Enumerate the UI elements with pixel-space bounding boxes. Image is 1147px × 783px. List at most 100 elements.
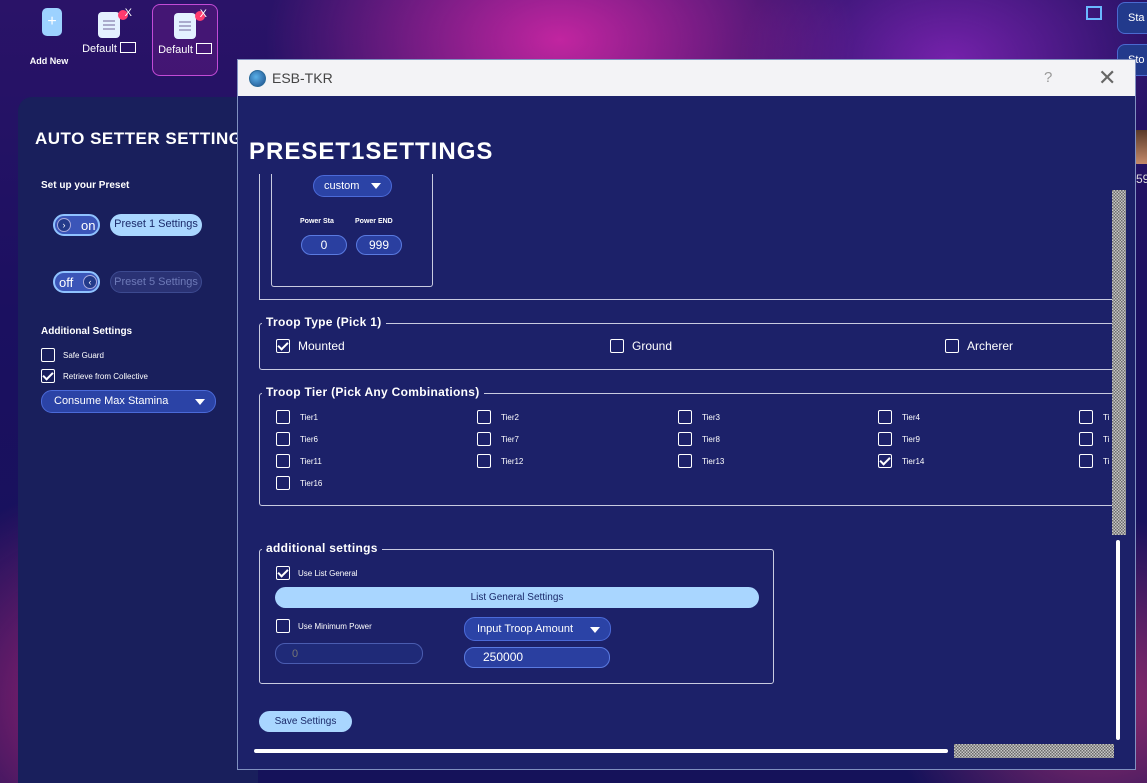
preset-1-settings-button[interactable]: Preset 1 Settings [110, 214, 202, 236]
tier-label: Tier6 [300, 434, 318, 444]
checkbox-icon[interactable] [276, 454, 290, 468]
tier-checkbox[interactable]: Ti [1079, 432, 1109, 446]
minimum-power-input[interactable] [275, 643, 423, 664]
checkbox-icon[interactable] [1079, 432, 1093, 446]
troop-type-mounted[interactable]: Mounted [276, 339, 345, 353]
preset-tab-2[interactable]: X Default [152, 4, 218, 76]
power-end-input[interactable]: 999 [356, 235, 402, 255]
troop-amount-dropdown[interactable]: Input Troop Amount [464, 617, 611, 641]
troop-type-ground[interactable]: Ground [610, 339, 672, 353]
preset-name: Default [82, 43, 117, 55]
checkbox-icon[interactable] [276, 410, 290, 424]
tier-label: Tier9 [902, 434, 920, 444]
save-settings-button[interactable]: Save Settings [259, 711, 352, 732]
checkbox-icon[interactable] [276, 432, 290, 446]
dropdown-value: Consume Max Stamina [54, 395, 169, 407]
checkbox-icon[interactable] [1079, 410, 1093, 424]
preset-close-button[interactable]: X [125, 7, 132, 19]
dropdown-value: Input Troop Amount [477, 623, 574, 635]
scrollbar-thumb[interactable] [254, 749, 948, 753]
panel-title: AUTO SETTER SETTINGS [35, 129, 255, 148]
tier-label: Ti [1103, 412, 1110, 422]
list-general-settings-button[interactable]: List General Settings [275, 587, 759, 608]
use-list-general-checkbox[interactable]: Use List General [276, 566, 358, 580]
checkbox-icon[interactable] [276, 476, 290, 490]
checkbox-icon[interactable] [477, 410, 491, 424]
start-button[interactable]: Sta [1117, 2, 1147, 34]
checkbox-icon[interactable] [878, 432, 892, 446]
checkbox-icon[interactable] [678, 454, 692, 468]
tier-checkbox[interactable]: Ti [1079, 454, 1109, 468]
checkbox-icon[interactable] [477, 454, 491, 468]
stamina-dropdown[interactable]: Consume Max Stamina [41, 390, 216, 413]
tier-checkbox[interactable]: Tier1 [276, 410, 318, 424]
help-button[interactable]: ? [1044, 69, 1052, 86]
tier-checkbox[interactable]: Tier2 [477, 410, 519, 424]
dialog-heading: PRESET1SETTINGS [249, 138, 494, 165]
preset-tab-1[interactable]: X Default [76, 4, 142, 76]
tier-checkbox[interactable]: Tier3 [678, 410, 720, 424]
tier-checkbox[interactable]: Tier6 [276, 432, 318, 446]
checkbox-icon[interactable] [945, 339, 959, 353]
chevron-down-icon [590, 627, 600, 633]
vertical-scrollbar[interactable] [1112, 190, 1126, 742]
preset-1-toggle[interactable]: › on [53, 214, 100, 236]
checkbox-icon[interactable] [878, 454, 892, 468]
tier-checkbox[interactable]: Tier12 [477, 454, 523, 468]
tier-checkbox[interactable]: Tier9 [878, 432, 920, 446]
auto-setter-panel: AUTO SETTER SETTINGS Set up your Preset … [18, 97, 258, 783]
tier-label: Tier12 [501, 456, 524, 466]
tier-checkbox[interactable]: Tier4 [878, 410, 920, 424]
tier-checkbox[interactable]: Tier13 [678, 454, 724, 468]
checkbox-icon[interactable] [41, 369, 55, 383]
troop-amount-input[interactable]: 250000 [464, 647, 610, 668]
checkbox-icon[interactable] [678, 410, 692, 424]
checkbox-label: Retrieve from Collective [63, 371, 148, 381]
checkbox-icon[interactable] [276, 566, 290, 580]
add-new-label: Add New [29, 56, 69, 66]
tier-label: Tier13 [702, 456, 725, 466]
scrollbar-track[interactable] [954, 744, 1114, 758]
document-icon [174, 13, 196, 39]
checkbox-icon[interactable] [276, 619, 290, 633]
power-box: custom Power Sta Power END 0 999 [271, 174, 433, 287]
power-sta-input[interactable]: 0 [301, 235, 347, 255]
chevron-down-icon [371, 183, 381, 189]
troop-type-archerer[interactable]: Archerer [945, 339, 1013, 353]
edit-icon[interactable] [119, 42, 136, 53]
tier-checkbox[interactable]: Tier7 [477, 432, 519, 446]
toggle-state: off [59, 275, 74, 290]
tier-checkbox[interactable]: Tier8 [678, 432, 720, 446]
power-sta-label: Power Sta [300, 218, 334, 225]
preset-settings-dialog: ESB-TKR ? ✕ PRESET1SETTINGS custom Power… [237, 59, 1136, 770]
checkbox-icon[interactable] [610, 339, 624, 353]
preset-5-toggle[interactable]: off ‹ [53, 271, 100, 293]
checkbox-icon[interactable] [878, 410, 892, 424]
checkbox-label: Use List General [298, 568, 358, 578]
fullscreen-icon[interactable] [1086, 6, 1102, 20]
checkbox-icon[interactable] [1079, 454, 1093, 468]
safe-guard-checkbox[interactable]: Safe Guard [41, 348, 104, 362]
scrollbar-track[interactable] [1112, 190, 1126, 535]
horizontal-scrollbar[interactable] [248, 744, 1116, 758]
checkbox-icon[interactable] [477, 432, 491, 446]
preset-close-button[interactable]: X [200, 8, 207, 20]
tier-checkbox[interactable]: Tier11 [276, 454, 322, 468]
edit-icon[interactable] [195, 43, 212, 54]
preset-5-settings-button[interactable]: Preset 5 Settings [110, 271, 202, 293]
tier-checkbox[interactable]: Tier14 [878, 454, 924, 468]
close-button[interactable]: ✕ [1098, 65, 1116, 91]
tier-checkbox[interactable]: Tier16 [276, 476, 322, 490]
checkbox-icon[interactable] [678, 432, 692, 446]
scrollbar-thumb[interactable] [1116, 540, 1120, 740]
power-mode-dropdown[interactable]: custom [313, 175, 392, 197]
use-minimum-power-checkbox[interactable]: Use Minimum Power [276, 619, 372, 633]
power-end-label: Power END [355, 218, 393, 225]
tier-checkbox[interactable]: Ti [1079, 410, 1109, 424]
tier-label: Tier11 [300, 456, 322, 466]
retrieve-collective-checkbox[interactable]: Retrieve from Collective [41, 369, 148, 383]
tier-label: Ti [1103, 434, 1110, 444]
checkbox-icon[interactable] [41, 348, 55, 362]
checkbox-icon[interactable] [276, 339, 290, 353]
add-new-button[interactable]: + Add New [30, 8, 72, 66]
